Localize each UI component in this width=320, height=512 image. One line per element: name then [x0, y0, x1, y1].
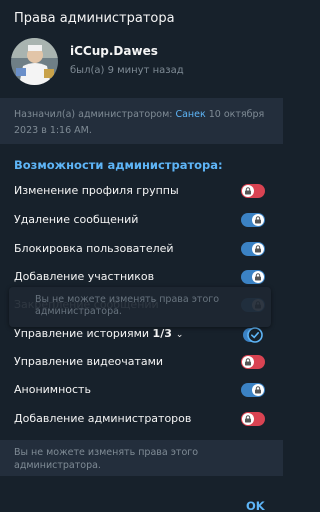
lock-icon — [252, 271, 264, 283]
user-avatar — [11, 38, 58, 85]
permission-toggle[interactable] — [241, 383, 265, 397]
permission-toggle[interactable] — [241, 355, 265, 369]
user-last-seen: был(а) 9 минут назад — [70, 65, 184, 76]
permission-toggle[interactable] — [241, 270, 265, 284]
permission-label: Изменение профиля группы — [14, 184, 179, 197]
user-name: iCCup.Dawes — [70, 44, 158, 58]
admin-rights-dialog: Права администратора iCCup.Dawes был(а) … — [0, 0, 283, 512]
section-title: Возможности администратора: — [14, 158, 223, 172]
appointed-info: Назначил(а) администратором: Санек 10 ок… — [14, 109, 265, 136]
permission-label: Управление видеочатами — [14, 355, 164, 368]
chevron-down-icon[interactable]: ⌄ — [176, 330, 184, 340]
permission-toggle[interactable] — [241, 184, 265, 198]
permission-count: 1/3 — [152, 327, 172, 340]
user-card: iCCup.Dawes был(а) 9 минут назад — [11, 38, 271, 88]
permission-row[interactable]: Добавление администраторов — [0, 406, 283, 434]
permission-row[interactable]: Удаление сообщений — [0, 207, 283, 235]
permission-label: Анонимность — [14, 383, 91, 396]
permission-row[interactable]: Анонимность — [0, 377, 283, 405]
lock-icon — [242, 356, 254, 368]
permission-label: Добавление участников — [14, 270, 155, 283]
footer-note: Вы не можете изменять права этого админи… — [14, 447, 199, 471]
tooltip-text: Вы не можете изменять права этого админи… — [35, 294, 220, 317]
permission-toggle[interactable] — [241, 213, 265, 227]
check-circle-icon[interactable] — [243, 326, 263, 344]
permission-label: Управление историями 1/3 ⌄ — [14, 327, 184, 340]
permission-label: Блокировка пользователей — [14, 242, 174, 255]
lock-icon — [242, 413, 254, 425]
tooltip: Вы не можете изменять права этого админи… — [9, 287, 271, 327]
lock-icon — [252, 243, 264, 255]
permission-row[interactable]: Изменение профиля группы — [0, 178, 283, 206]
appointer-link[interactable]: Санек — [175, 109, 205, 120]
ok-button[interactable]: OK — [246, 499, 265, 512]
permission-toggle[interactable] — [241, 242, 265, 256]
permission-toggle[interactable] — [241, 412, 265, 426]
permission-row[interactable]: Управление видеочатами — [0, 349, 283, 377]
lock-icon — [242, 185, 254, 197]
permission-row[interactable]: Блокировка пользователей — [0, 236, 283, 264]
permission-label: Добавление администраторов — [14, 412, 192, 425]
lock-icon — [252, 214, 264, 226]
permission-label: Удаление сообщений — [14, 213, 139, 226]
lock-icon — [252, 384, 264, 396]
dialog-title: Права администратора — [14, 11, 175, 26]
